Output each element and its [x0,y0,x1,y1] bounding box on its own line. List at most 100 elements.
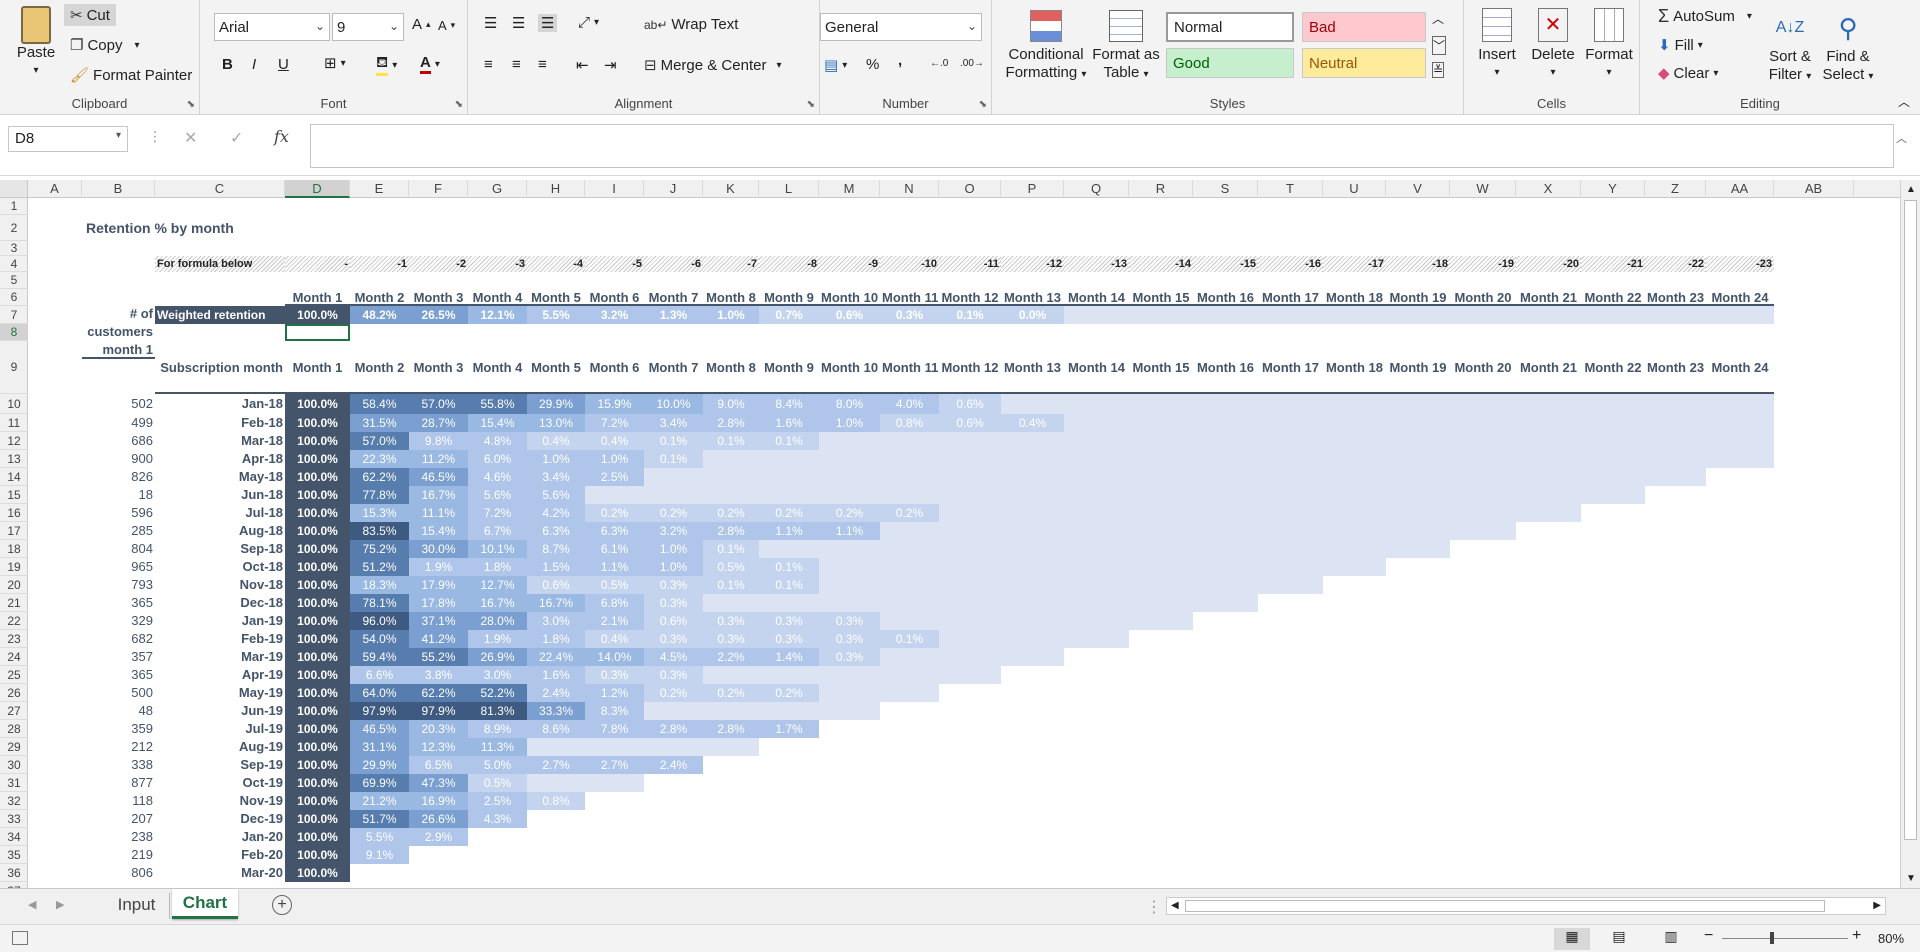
worksheet-grid[interactable]: Retention % by month For formula below - -1… [28,198,1900,888]
orientation-button[interactable]: ⤢ ▾ [578,14,599,31]
select-all-corner[interactable] [0,180,28,198]
scroll-up-icon[interactable]: ▲ [1906,184,1916,195]
page-layout-view-button[interactable]: ▤ [1604,928,1634,945]
row-header[interactable]: 18 [0,540,28,558]
row-header[interactable]: 29 [0,738,28,756]
cancel-entry-icon[interactable]: ✕ [184,128,197,148]
column-header[interactable]: L [759,180,819,198]
dialog-launcher-icon[interactable]: ⬊ [807,99,815,110]
align-left-button[interactable]: ≡ [484,56,493,73]
align-top-button[interactable]: ☰ [484,14,497,32]
row-header[interactable]: 12 [0,432,28,450]
column-header[interactable]: O [939,180,1001,198]
row-header[interactable]: 27 [0,702,28,720]
format-as-table-button[interactable]: Format as Table ▾ [1090,10,1162,84]
row-header[interactable]: 21 [0,594,28,612]
column-header[interactable]: I [585,180,644,198]
row-header[interactable]: 25 [0,666,28,684]
styles-more[interactable]: ≚ [1432,62,1445,78]
selected-cell-d8[interactable] [285,324,350,341]
decrease-indent-button[interactable]: ⇤ [576,56,589,74]
row-header[interactable]: 15 [0,486,28,504]
clear-button[interactable]: ◆ Clear ▾ [1658,64,1718,83]
row-header[interactable]: 11 [0,414,28,432]
row-header[interactable]: 34 [0,828,28,846]
column-header[interactable]: C [155,180,285,198]
column-header[interactable]: H [527,180,585,198]
style-neutral[interactable]: Neutral [1302,48,1426,78]
confirm-entry-icon[interactable]: ✓ [230,128,243,148]
align-right-button[interactable]: ≡ [538,56,547,73]
percent-button[interactable]: % [866,56,879,73]
column-header[interactable]: Z [1645,180,1706,198]
row-header[interactable]: 16 [0,504,28,522]
insert-function-button[interactable]: fx [274,127,289,146]
row-header[interactable]: 36 [0,864,28,882]
row-header[interactable]: 30 [0,756,28,774]
page-break-view-button[interactable]: ▥ [1656,928,1686,945]
row-header[interactable]: 2 [0,215,28,241]
wrap-text-button[interactable]: ab↵ Wrap Text [644,16,738,33]
column-header[interactable]: Q [1064,180,1129,198]
column-header[interactable]: AA [1706,180,1774,198]
increase-decimal-button[interactable]: ←.0 [930,58,948,69]
copy-button[interactable]: ❐ Copy ▾ [70,36,140,55]
row-header[interactable]: 8 [0,324,28,341]
row-header[interactable]: 35 [0,846,28,864]
column-header[interactable]: M [819,180,880,198]
row-header[interactable]: 23 [0,630,28,648]
tab-input[interactable]: Input [104,893,170,919]
column-header[interactable]: X [1516,180,1581,198]
font-color-button[interactable]: A ▾ [420,54,440,74]
find-select-button[interactable]: ⚲ Find & Select ▾ [1820,8,1876,86]
scroll-left-icon[interactable]: ◀ [1171,900,1179,911]
styles-scroll-down[interactable]: ﹀ [1432,36,1447,55]
dialog-launcher-icon[interactable]: ⬊ [455,99,463,110]
row-header[interactable]: 4 [0,256,28,272]
align-middle-button[interactable]: ☰ [512,14,525,32]
styles-scroll-up[interactable]: ︿ [1432,10,1444,27]
italic-button[interactable]: I [252,56,256,73]
column-header[interactable]: S [1193,180,1258,198]
sort-filter-button[interactable]: A↓Z Sort & Filter ▾ [1764,8,1816,86]
row-header[interactable]: 20 [0,576,28,594]
zoom-slider[interactable] [1722,932,1848,944]
h-scroll-thumb[interactable] [1185,900,1825,912]
comma-button[interactable]: , [898,52,902,69]
row-header[interactable]: 33 [0,810,28,828]
font-size-select[interactable]: 9 ⌄ [332,13,404,41]
number-format-select[interactable]: General ⌄ [820,13,982,41]
column-header[interactable]: N [880,180,939,198]
accounting-format-button[interactable]: ▤ ▾ [824,56,847,74]
zoom-level[interactable]: 80% [1878,931,1904,946]
tab-scroll-right-icon[interactable]: ▶ [56,898,64,911]
row-header[interactable]: 19 [0,558,28,576]
row-header[interactable]: 31 [0,774,28,792]
vertical-scrollbar[interactable]: ▲ ▼ [1900,180,1920,888]
tab-chart[interactable]: Chart [172,889,238,919]
zoom-out-button[interactable]: − [1704,927,1713,945]
borders-button[interactable]: ⊞ ▾ [324,54,346,72]
column-header[interactable]: G [468,180,527,198]
column-header[interactable]: U [1323,180,1386,198]
row-header[interactable]: 7 [0,306,28,324]
row-header[interactable]: 22 [0,612,28,630]
column-header[interactable]: K [703,180,759,198]
column-header[interactable]: R [1129,180,1193,198]
column-header[interactable]: B [82,180,155,198]
style-normal[interactable]: Normal [1166,12,1294,42]
horizontal-scrollbar[interactable]: ◀ ▶ [1166,897,1886,915]
cut-button[interactable]: ✂ Cut [64,4,116,26]
row-header[interactable]: 5 [0,272,28,289]
dialog-launcher-icon[interactable]: ⬊ [979,99,987,110]
format-painter-button[interactable]: 🖌 Format Painter [70,66,192,85]
row-header[interactable]: 17 [0,522,28,540]
fill-button[interactable]: ⬇ Fill ▾ [1658,36,1703,55]
add-sheet-button[interactable]: + [272,895,292,915]
row-header[interactable]: 32 [0,792,28,810]
row-header[interactable]: 13 [0,450,28,468]
autosum-button[interactable]: Σ AutoSum ▾ [1658,6,1752,27]
tab-scroll-left-icon[interactable]: ◀ [28,898,36,911]
font-name-select[interactable]: Arial ⌄ [214,13,330,41]
row-header[interactable]: 6 [0,289,28,306]
